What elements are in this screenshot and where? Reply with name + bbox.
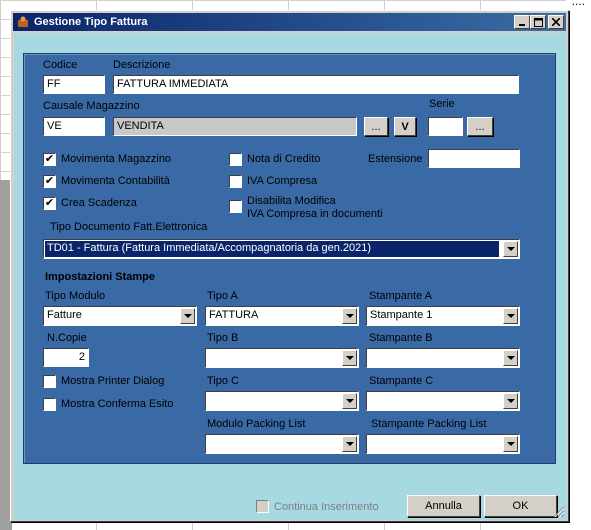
codice-label: Codice [43, 59, 78, 71]
disabilita-modifica-box [229, 200, 242, 213]
stampante-b-label: Stampante B [369, 332, 433, 344]
disabilita-modifica-label-line2: IVA Compresa in documenti [247, 208, 383, 220]
tipo-a-label: Tipo A [207, 290, 238, 302]
mostra-printer-dialog-box [43, 375, 56, 388]
window-title: Gestione Tipo Fattura [34, 16, 148, 28]
modulo-packing-list-select[interactable] [205, 434, 359, 454]
codice-input[interactable]: FF [43, 75, 105, 94]
form-panel: Codice Descrizione FF FATTURA IMMEDIATA … [23, 53, 556, 464]
tipo-a-select[interactable]: FATTURA [205, 306, 359, 326]
tipo-documento-value: TD01 - Fattura (Fattura Immediata/Accomp… [45, 241, 499, 257]
causale-description-field: VENDITA [113, 117, 357, 136]
chevron-down-icon[interactable] [342, 350, 357, 366]
minimize-icon [519, 24, 525, 26]
chevron-down-icon[interactable] [503, 308, 518, 324]
tipo-b-label: Tipo B [207, 332, 239, 344]
dialog-window: Gestione Tipo Fattura Codice Descrizione… [10, 10, 569, 522]
mostra-conferma-esito-label: Mostra Conferma Esito [61, 398, 174, 410]
descrizione-input[interactable]: FATTURA IMMEDIATA [113, 75, 519, 94]
stampante-packing-list-select[interactable] [366, 434, 520, 454]
maximize-icon [533, 17, 543, 27]
n-copie-input[interactable]: 2 [43, 348, 89, 367]
causale-browse-button[interactable]: ... [364, 117, 388, 136]
mostra-printer-dialog-checkbox[interactable]: Mostra Printer Dialog [43, 375, 164, 388]
annulla-button[interactable]: Annulla [407, 495, 480, 517]
iva-compresa-box [229, 175, 242, 188]
maximize-button[interactable] [530, 15, 546, 29]
stampante-a-select[interactable]: Stampante 1 [366, 306, 520, 326]
iva-compresa-label: IVA Compresa [247, 175, 318, 187]
causale-magazzino-label: Causale Magazzino [43, 100, 140, 112]
causale-code-input[interactable]: VE [43, 117, 105, 136]
movimenta-magazzino-check-icon: ✔ [43, 153, 56, 166]
minimize-button[interactable] [514, 15, 530, 29]
descrizione-label: Descrizione [113, 59, 171, 71]
chevron-down-icon[interactable] [180, 308, 195, 324]
stampante-a-label: Stampante A [369, 290, 432, 302]
crea-scadenza-label: Crea Scadenza [61, 197, 137, 209]
nota-di-credito-label: Nota di Credito [247, 153, 321, 165]
chevron-down-icon[interactable] [342, 436, 357, 452]
chevron-down-icon[interactable] [342, 308, 357, 324]
modulo-packing-list-label: Modulo Packing List [207, 418, 306, 430]
disabilita-modifica-text: Disabilita Modifica IVA Compresa in docu… [247, 195, 383, 221]
chevron-down-icon[interactable] [503, 393, 518, 409]
resize-grip-icon[interactable] [553, 506, 565, 518]
stampante-c-select[interactable] [366, 391, 520, 411]
nota-di-credito-checkbox[interactable]: Nota di Credito [229, 153, 320, 166]
n-copie-label: N.Copie [47, 332, 87, 344]
tipo-a-value: FATTURA [209, 309, 259, 321]
estensione-label: Estensione [368, 153, 423, 165]
background-ellipsis: .... [571, 0, 585, 8]
stampante-packing-list-label: Stampante Packing List [371, 418, 487, 430]
tipo-c-select[interactable] [205, 391, 359, 411]
movimenta-magazzino-label: Movimenta Magazzino [61, 153, 172, 165]
causale-v-button[interactable]: V [394, 117, 416, 136]
serie-browse-button[interactable]: ... [467, 117, 493, 136]
serie-input[interactable] [428, 117, 463, 136]
disabilita-modifica-label-line1: Disabilita Modifica [247, 195, 336, 207]
movimenta-contabilita-label: Movimenta Contabilità [61, 175, 170, 187]
impostazioni-stampe-title: Impostazioni Stampe [45, 271, 156, 283]
stampante-c-label: Stampante C [369, 375, 434, 387]
stampante-b-select[interactable] [366, 348, 520, 368]
mostra-conferma-esito-box [43, 398, 56, 411]
movimenta-contabilita-check-icon: ✔ [43, 175, 56, 188]
continua-inserimento-box [256, 500, 269, 513]
tipo-b-select[interactable] [205, 348, 359, 368]
tipo-modulo-select[interactable]: Fatture [43, 306, 197, 326]
chevron-down-icon[interactable] [503, 350, 518, 366]
ok-button[interactable]: OK [484, 495, 557, 517]
continua-inserimento-checkbox: Continua Inserimento [256, 500, 379, 513]
mostra-printer-dialog-label: Mostra Printer Dialog [61, 375, 165, 387]
tipo-c-label: Tipo C [207, 375, 239, 387]
movimenta-magazzino-checkbox[interactable]: ✔ Movimenta Magazzino [43, 153, 171, 166]
tipo-documento-select[interactable]: TD01 - Fattura (Fattura Immediata/Accomp… [43, 239, 520, 259]
stampante-a-value: Stampante 1 [370, 309, 433, 321]
chevron-down-icon[interactable] [503, 241, 518, 257]
chevron-down-icon[interactable] [503, 436, 518, 452]
tipo-modulo-label: Tipo Modulo [45, 290, 106, 302]
crea-scadenza-check-icon: ✔ [43, 197, 56, 210]
title-bar[interactable]: Gestione Tipo Fattura [13, 13, 566, 31]
disabilita-modifica-checkbox[interactable]: Disabilita Modifica IVA Compresa in docu… [229, 195, 383, 221]
iva-compresa-checkbox[interactable]: IVA Compresa [229, 175, 317, 188]
continua-inserimento-label: Continua Inserimento [274, 500, 379, 513]
dialog-body: Codice Descrizione FF FATTURA IMMEDIATA … [14, 33, 567, 520]
movimenta-contabilita-checkbox[interactable]: ✔ Movimenta Contabilità [43, 175, 170, 188]
close-button[interactable] [548, 15, 564, 29]
nota-di-credito-box [229, 153, 242, 166]
serie-label: Serie [429, 98, 455, 110]
background-right-area [566, 0, 591, 530]
estensione-input[interactable] [428, 149, 520, 168]
tipo-modulo-value: Fatture [47, 309, 82, 321]
chevron-down-icon[interactable] [342, 393, 357, 409]
crea-scadenza-checkbox[interactable]: ✔ Crea Scadenza [43, 197, 137, 210]
app-icon [16, 15, 30, 29]
tipo-documento-label: Tipo Documento Fatt.Elettronica [50, 221, 208, 233]
close-icon [552, 18, 560, 26]
mostra-conferma-esito-checkbox[interactable]: Mostra Conferma Esito [43, 398, 173, 411]
